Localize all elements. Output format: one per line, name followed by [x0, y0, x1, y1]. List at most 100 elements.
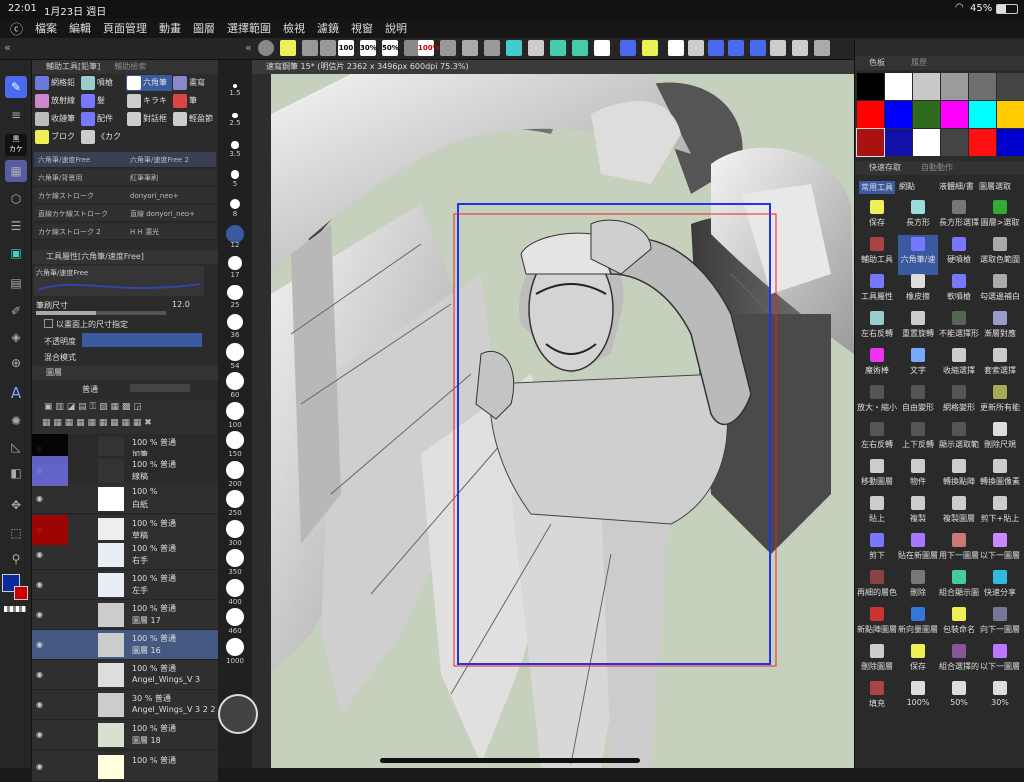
quick-action[interactable]: 工具屬性	[857, 272, 897, 312]
lines-icon[interactable]: ☰	[5, 215, 27, 237]
quick-action[interactable]: 複製	[898, 494, 938, 534]
quick-action[interactable]: 填充	[857, 679, 897, 719]
color-swatch[interactable]	[857, 73, 884, 100]
layer-row[interactable]: ◉ 100 % 普通	[32, 752, 218, 782]
quick-action[interactable]: 50%	[939, 679, 979, 719]
layer-row[interactable]: ◉ 100 % 白紙	[32, 484, 218, 514]
quick-tab[interactable]: 網點	[899, 181, 915, 192]
move-icon[interactable]: ✥	[5, 494, 27, 516]
gradient-icon[interactable]: ◧	[5, 462, 27, 484]
zoom-100b-button[interactable]: 100%	[418, 40, 440, 56]
color-swatch[interactable]	[885, 129, 912, 156]
color-swatch[interactable]	[885, 101, 912, 128]
quick-action[interactable]: 放大・縮小	[857, 383, 897, 423]
layer-row[interactable]: ◉ 100 % 普通 圖層 18	[32, 720, 218, 750]
quick-action[interactable]: 剪下+貼上	[980, 494, 1020, 534]
quick-action[interactable]: 組合顯示圖	[939, 568, 979, 608]
quick-action[interactable]: 30%	[980, 679, 1020, 719]
quick-action[interactable]: 網格變形	[939, 383, 979, 423]
brush-preset-left[interactable]: 六角筆/背景用	[38, 170, 82, 186]
color-swatch[interactable]	[969, 129, 996, 156]
brush-preset-left[interactable]: 六角筆/速度Free	[38, 152, 90, 168]
quick-action[interactable]: 更新所有能	[980, 383, 1020, 423]
layer-cmd-icons-2[interactable]: ▦ ▦ ▦ ▦ ▦ ▦ ▦ ▦ ▦ ✖	[42, 418, 152, 428]
zoom-30-button[interactable]: 30%	[360, 40, 377, 56]
brush-size-dot[interactable]	[230, 170, 240, 179]
quick-action[interactable]: 刪除尺規	[980, 420, 1020, 460]
brush-preset-left[interactable]: カケ線ストローク	[38, 188, 94, 204]
color-swatch[interactable]	[913, 129, 940, 156]
brush-alt-icon[interactable]	[750, 40, 766, 56]
subtool-1[interactable]: 噴槍	[80, 75, 126, 91]
quick-action[interactable]: 硬噴槍	[939, 235, 979, 275]
menu-window[interactable]: 視窗	[351, 20, 373, 36]
eye-icon[interactable]: ◉	[36, 762, 43, 771]
save-icon[interactable]	[280, 40, 296, 56]
panel-collapse-left-icon[interactable]: «	[4, 41, 11, 54]
subtool-9[interactable]: 配件	[80, 111, 126, 127]
brush-size-dot[interactable]	[227, 284, 243, 301]
opacity-slider[interactable]	[82, 333, 202, 347]
save2-icon[interactable]	[642, 40, 658, 56]
copy-icon[interactable]	[688, 40, 704, 56]
size-value[interactable]: 12.0	[172, 300, 190, 309]
brush-size-dot[interactable]	[231, 141, 239, 149]
brush-size-dot[interactable]	[226, 490, 244, 508]
brush-size-dot[interactable]	[233, 84, 237, 88]
subtool-12[interactable]: ブロク	[34, 129, 80, 145]
quick-action[interactable]: 長方形選擇	[939, 198, 979, 238]
pen2-icon[interactable]: ✐	[5, 300, 27, 322]
quick-action[interactable]: 六角筆/速	[898, 235, 938, 275]
fit-icon[interactable]	[550, 40, 566, 56]
quick-action[interactable]: 自由變形	[898, 383, 938, 423]
quick-action[interactable]: 不能選擇形	[939, 309, 979, 349]
brush-settings-icon[interactable]	[728, 40, 744, 56]
quick-action[interactable]: 新向量圖層	[898, 605, 938, 645]
quick-action[interactable]: 物件	[898, 457, 938, 497]
layer-row[interactable]: ◉ 100 % 普通 Angel_Wings_V 3	[32, 660, 218, 690]
quick-action[interactable]: 套索選擇	[980, 346, 1020, 386]
menu-layer[interactable]: 圖層	[193, 20, 215, 36]
brush-preset-row[interactable]: 六角筆/速度Free 六角筆/速度Free 2	[34, 152, 216, 168]
size-slider[interactable]	[36, 311, 166, 315]
brush-preset-right[interactable]: 直線 donyori_neo+	[130, 206, 195, 222]
frame-icon[interactable]: ▣	[5, 242, 27, 264]
brush-icon[interactable]	[708, 40, 724, 56]
download-icon[interactable]	[668, 40, 684, 56]
menu-filter[interactable]: 濾鏡	[317, 20, 339, 36]
brush-preset-row[interactable]: カケ線ストローク 2 H H 濃光	[34, 224, 216, 240]
subtool-6[interactable]: キラキ	[126, 93, 172, 109]
brush-size-dot[interactable]	[232, 112, 238, 119]
quick-action[interactable]: 快速分享	[980, 568, 1020, 608]
select-icon[interactable]: ⬚	[5, 522, 27, 544]
fill-icon[interactable]: ▤	[5, 272, 27, 294]
zoom-50-button[interactable]: 50%	[382, 40, 399, 56]
camera-icon[interactable]	[792, 40, 808, 56]
eye-icon[interactable]: ◉	[36, 610, 43, 619]
brush-preset-right[interactable]: H H 濃光	[130, 224, 159, 240]
color-swatch[interactable]	[856, 128, 885, 157]
brush-size-dot[interactable]	[226, 637, 244, 656]
eye-icon[interactable]: ◉	[36, 700, 43, 709]
subtool-0[interactable]: 網格鉛	[34, 75, 80, 91]
color-swatch[interactable]	[913, 73, 940, 100]
layer-row[interactable]: ◉ 100 % 普通 左手	[32, 570, 218, 600]
quick-action[interactable]: 轉換點陣	[939, 457, 979, 497]
quick-action[interactable]: 選取色範圍	[980, 235, 1020, 275]
quick-action[interactable]: 刪除圖層	[857, 642, 897, 682]
eye-icon[interactable]: ◉	[36, 494, 43, 503]
quick-action[interactable]: 新點陣圖層	[857, 605, 897, 645]
quick-action[interactable]: 用下一圖層	[939, 531, 979, 571]
color-swatch[interactable]	[913, 101, 940, 128]
brush-size-dot[interactable]	[229, 198, 241, 210]
brush-size-dot[interactable]	[226, 608, 244, 626]
pen-tool-icon[interactable]: ✎	[5, 76, 27, 98]
quick-action[interactable]: 貼在新圖層	[898, 531, 938, 571]
layer-opacity-slider[interactable]	[130, 384, 190, 392]
brush-preset-right[interactable]: 紅筆筆刷	[130, 170, 158, 186]
color-swatch[interactable]	[997, 101, 1024, 128]
menu-page[interactable]: 頁面管理	[103, 20, 147, 36]
quick-action[interactable]: 重置旋轉	[898, 309, 938, 349]
color-swatch[interactable]	[885, 73, 912, 100]
quick-action[interactable]: 100%	[898, 679, 938, 719]
